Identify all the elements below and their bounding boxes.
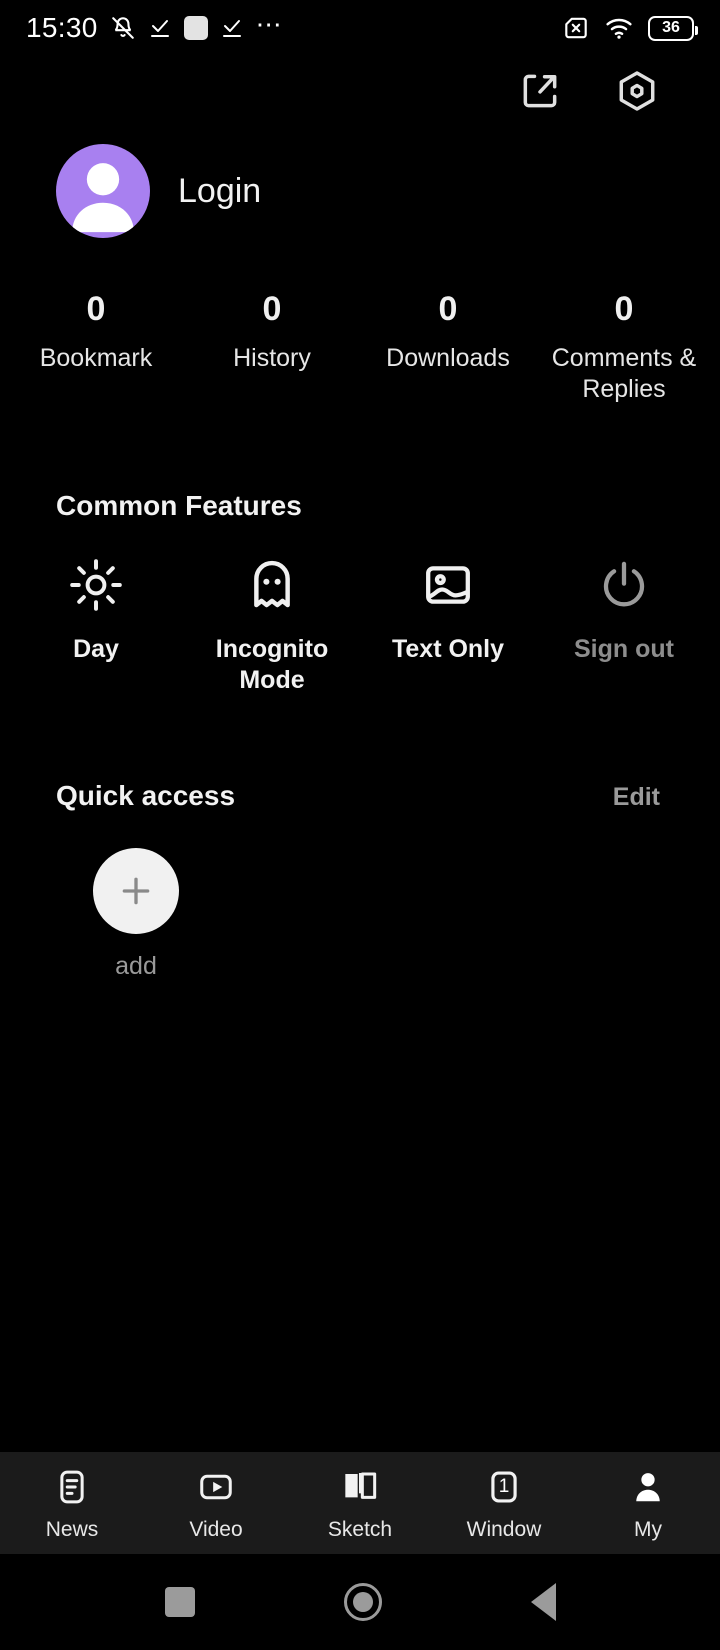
stat-label: History <box>233 344 311 372</box>
recents-square-icon[interactable] <box>164 1587 195 1617</box>
stat-label: Downloads <box>386 344 510 372</box>
stat-label: Comments & Replies <box>551 344 697 404</box>
stat-history[interactable]: 0 History <box>184 290 360 406</box>
nav-label: Window <box>466 1517 542 1541</box>
nav-item-sketch[interactable]: Sketch <box>288 1465 432 1542</box>
feature-label: Incognito Mode <box>215 634 329 694</box>
quick-access-grid: add <box>0 848 720 981</box>
avatar[interactable] <box>56 144 150 238</box>
feature-text-only[interactable]: Text Only <box>360 556 536 697</box>
feature-day[interactable]: Day <box>8 556 184 697</box>
wifi-icon <box>604 15 634 41</box>
battery-level: 36 <box>662 19 680 36</box>
video-play-icon <box>197 1465 235 1509</box>
power-icon <box>597 556 651 614</box>
nav-label: Sketch <box>327 1517 393 1541</box>
person-silhouette-icon <box>72 163 134 233</box>
quick-access-header: Quick access Edit <box>0 780 720 812</box>
nav-item-video[interactable]: Video <box>144 1465 288 1542</box>
stat-comments-replies[interactable]: 0 Comments & Replies <box>536 290 712 406</box>
image-icon <box>421 556 475 614</box>
common-features-row: Day Incognito Mode Text Only Sign out <box>0 556 720 697</box>
stat-value: 0 <box>262 290 282 328</box>
login-label[interactable]: Login <box>178 172 261 211</box>
quick-access-add-item[interactable]: add <box>64 848 208 981</box>
status-bar-left: 15:30 ⋯ <box>26 9 284 44</box>
nav-item-window[interactable]: 1 Window <box>432 1465 576 1542</box>
rounded-square-icon <box>183 16 208 40</box>
common-features-header: Common Features <box>0 490 720 522</box>
nav-item-news[interactable]: News <box>0 1465 144 1542</box>
stat-downloads[interactable]: 0 Downloads <box>360 290 536 406</box>
feature-incognito-mode[interactable]: Incognito Mode <box>184 556 360 697</box>
status-bar: 15:30 ⋯ 36 <box>0 0 720 56</box>
android-system-bar <box>0 1554 720 1650</box>
stats-row: 0 Bookmark 0 History 0 Downloads 0 Comme… <box>0 290 720 406</box>
feature-label: Day <box>73 634 119 663</box>
feature-sign-out[interactable]: Sign out <box>536 556 712 697</box>
battery-icon: 36 <box>648 15 698 41</box>
settings-hex-icon[interactable] <box>614 68 660 114</box>
bottom-navigation: News Video Sketch 1 Window My <box>0 1452 720 1554</box>
open-book-icon <box>340 1465 380 1509</box>
top-toolbar <box>0 56 720 126</box>
feature-label: Text Only <box>391 634 505 663</box>
sim-card-off-icon <box>562 15 590 41</box>
back-triangle-icon[interactable] <box>530 1583 556 1621</box>
person-icon <box>629 1465 667 1509</box>
share-icon[interactable] <box>518 69 562 113</box>
phone-screen: 15:30 ⋯ 36 Login 0 Bookmark 0 History 0 … <box>0 0 720 1650</box>
add-button[interactable] <box>93 848 179 934</box>
ellipsis-icon: ⋯ <box>255 9 284 39</box>
stat-value: 0 <box>614 290 634 328</box>
nav-label: News <box>45 1517 99 1541</box>
home-circle-icon[interactable] <box>343 1583 382 1621</box>
feature-label: Sign out <box>574 634 674 663</box>
stat-value: 0 <box>438 290 458 328</box>
edit-button[interactable]: Edit <box>613 783 660 812</box>
profile-row[interactable]: Login <box>0 126 720 238</box>
stat-value: 0 <box>86 290 106 328</box>
stat-label: Bookmark <box>39 344 153 372</box>
window-count-icon: 1 <box>485 1465 523 1509</box>
nav-item-my[interactable]: My <box>576 1465 720 1542</box>
window-count-badge: 1 <box>498 1475 510 1497</box>
check-underline-icon-2 <box>220 16 244 40</box>
nav-label: Video <box>189 1517 243 1541</box>
news-document-icon <box>53 1465 91 1509</box>
plus-icon <box>122 877 150 905</box>
bell-muted-icon <box>110 15 136 41</box>
status-bar-right: 36 <box>562 15 698 41</box>
sun-icon <box>68 556 124 614</box>
stat-bookmark[interactable]: 0 Bookmark <box>8 290 184 406</box>
status-clock: 15:30 <box>26 12 98 43</box>
quick-access-label: add <box>115 952 157 980</box>
check-underline-icon <box>148 16 172 40</box>
ghost-icon <box>244 556 300 614</box>
section-title: Common Features <box>56 489 302 521</box>
nav-label: My <box>634 1517 662 1541</box>
section-title: Quick access <box>56 780 236 811</box>
